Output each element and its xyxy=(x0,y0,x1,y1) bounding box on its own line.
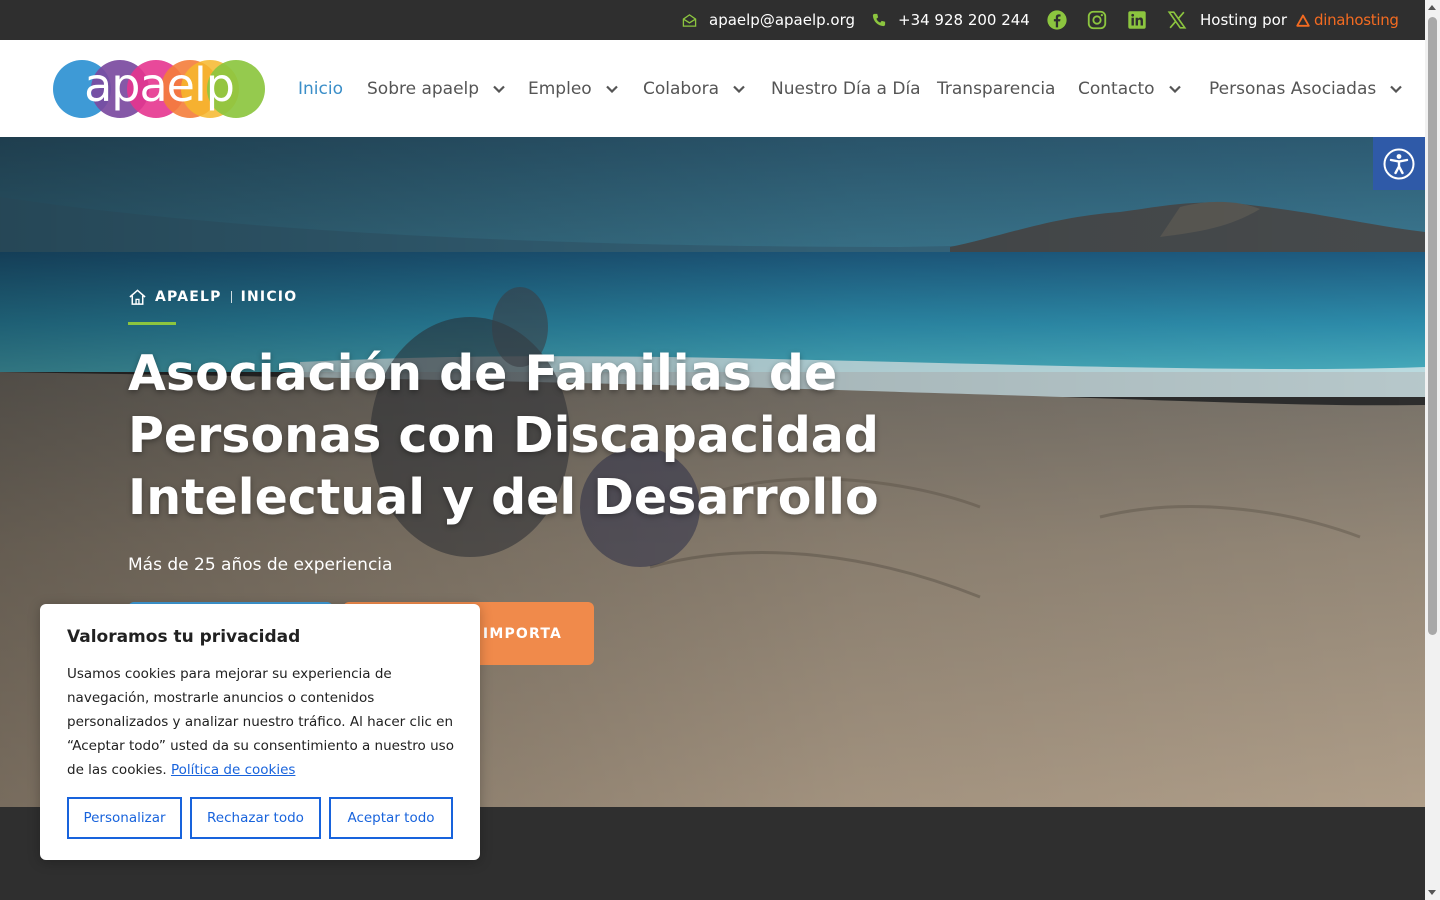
phone-icon xyxy=(872,13,886,27)
home-icon[interactable] xyxy=(128,288,147,306)
cookie-consent-dialog: Valoramos tu privacidad Usamos cookies p… xyxy=(40,604,480,860)
dinahosting-brand: dinahosting xyxy=(1313,11,1399,29)
nav-label-personas-asociadas: Personas Asociadas xyxy=(1209,78,1377,99)
nav-item-sobre-apaelp[interactable]: Sobre apaelp xyxy=(367,40,505,137)
x-icon[interactable] xyxy=(1166,9,1188,31)
cookie-accept-all-button[interactable]: Aceptar todo xyxy=(329,797,453,839)
nav-item-personas-asociadas[interactable]: Personas Asociadas xyxy=(1209,40,1403,137)
phone-text: +34 928 200 244 xyxy=(898,11,1030,29)
nav-label-sobre-apaelp: Sobre apaelp xyxy=(367,78,480,99)
svg-text:apaelp: apaelp xyxy=(84,59,234,112)
scroll-up-arrow-icon[interactable] xyxy=(1428,5,1436,10)
scroll-down-arrow-icon[interactable] xyxy=(1428,890,1436,895)
facebook-icon[interactable] xyxy=(1046,9,1068,31)
email-text: apaelp@apaelp.org xyxy=(709,11,856,29)
chevron-down-icon xyxy=(493,85,505,93)
email-link[interactable]: apaelp@apaelp.org xyxy=(682,0,855,40)
chevron-down-icon xyxy=(1390,85,1403,93)
nav-item-empleo[interactable]: Empleo xyxy=(528,40,618,137)
nav-item-transparencia[interactable]: Transparencia xyxy=(937,40,1055,137)
cookie-title: Valoramos tu privacidad xyxy=(67,627,301,647)
top-bar: apaelp@apaelp.org +34 928 200 244 Hostin… xyxy=(0,0,1425,40)
nav-item-colabora[interactable]: Colabora xyxy=(643,40,745,137)
nav-item-nuestro-dia-a-dia[interactable]: Nuestro Día a Día xyxy=(771,40,921,137)
dinahosting-logo-icon xyxy=(1296,14,1310,27)
breadcrumb: APAELP INICIO xyxy=(128,287,297,307)
nav-label-nuestro-dia-a-dia: Nuestro Día a Día xyxy=(771,78,921,99)
breadcrumb-current: INICIO xyxy=(240,289,298,305)
hosting-label: Hosting por xyxy=(1200,11,1287,29)
cookie-reject-all-button[interactable]: Rechazar todo xyxy=(190,797,321,839)
page-scrollbar[interactable] xyxy=(1425,0,1440,900)
breadcrumb-home[interactable]: APAELP xyxy=(155,289,222,305)
instagram-icon[interactable] xyxy=(1086,9,1108,31)
hero-subtitle: Más de 25 años de experiencia xyxy=(128,555,393,575)
nav-label-inicio: Inicio xyxy=(298,78,343,99)
nav-label-contacto: Contacto xyxy=(1078,78,1155,99)
scrollbar-thumb[interactable] xyxy=(1428,17,1437,635)
nav-item-contacto[interactable]: Contacto xyxy=(1078,40,1181,137)
breadcrumb-separator xyxy=(230,291,232,303)
linkedin-icon[interactable] xyxy=(1126,9,1148,31)
accessibility-toggle-button[interactable] xyxy=(1373,137,1425,190)
hero-title: Asociación de Familias de Personas con D… xyxy=(128,345,879,526)
nav-item-inicio[interactable]: Inicio xyxy=(298,40,343,137)
chevron-down-icon xyxy=(733,85,745,93)
nav-label-colabora: Colabora xyxy=(643,78,720,99)
chevron-down-icon xyxy=(1168,85,1181,93)
envelope-open-icon xyxy=(682,13,697,27)
cookie-policy-link[interactable]: Política de cookies xyxy=(171,762,295,778)
accessibility-icon xyxy=(1383,148,1415,179)
nav-label-empleo: Empleo xyxy=(528,78,592,99)
cookie-text-block: Usamos cookies para mejorar su experienc… xyxy=(67,662,457,782)
hosting-credit[interactable]: Hosting por dinahosting xyxy=(1200,0,1399,40)
nav-label-transparencia: Transparencia xyxy=(937,78,1056,99)
cookie-customize-button[interactable]: Personalizar xyxy=(67,797,182,839)
breadcrumb-underline xyxy=(128,322,176,325)
site-header: apaelp Inicio Sobre apaelp Empleo Colabo… xyxy=(0,40,1425,137)
apaelp-logo[interactable]: apaelp xyxy=(52,59,266,119)
phone-link[interactable]: +34 928 200 244 xyxy=(872,0,1030,40)
chevron-down-icon xyxy=(605,85,618,93)
